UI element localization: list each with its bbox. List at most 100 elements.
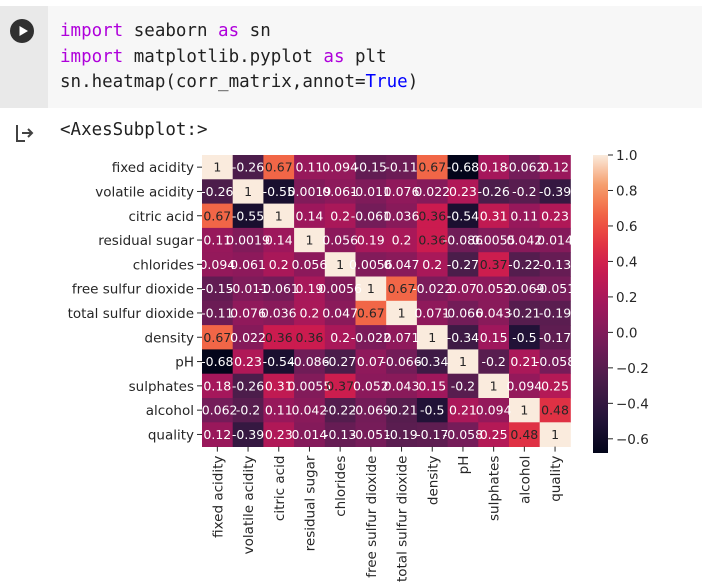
y-tick-label: volatile acidity: [95, 184, 194, 200]
cell-annotation: 0.11: [296, 160, 324, 175]
cell-annotation: -0.062: [504, 160, 544, 175]
cell-annotation: 0.36: [418, 208, 446, 223]
y-tick-label: citric acid: [129, 209, 195, 225]
cell-annotation: 0.2: [392, 233, 412, 248]
cell-annotation: 0.2: [422, 257, 442, 272]
cell-annotation: 0.022: [414, 184, 450, 199]
colorbar-tick-label: 0.2: [616, 290, 637, 306]
cell-annotation: 1: [336, 257, 344, 272]
colorbar-gradient: [593, 155, 608, 453]
cell-annotation: -0.15: [355, 160, 387, 175]
cell-annotation: 0.67: [418, 160, 446, 175]
cell-annotation: 0.0056: [318, 281, 362, 296]
cell-annotation: -0.058: [535, 354, 575, 369]
cell-annotation: 0.2: [269, 257, 289, 272]
cell-annotation: 1: [520, 403, 528, 418]
y-tick-label: quality: [148, 427, 194, 443]
cell-annotation: 0.047: [384, 257, 420, 272]
cell-annotation: 0.21: [449, 403, 477, 418]
cell-annotation: 0.36: [265, 330, 293, 345]
x-tick-label: total sulfur dioxide: [395, 456, 411, 582]
cell-annotation: -0.27: [324, 354, 356, 369]
cell-annotation: 0.18: [203, 378, 231, 393]
y-tick-label: alcohol: [146, 403, 194, 419]
cell-annotation: 0.15: [480, 330, 508, 345]
cell-annotation: -0.5: [512, 330, 536, 345]
x-tick-label: volatile acidity: [241, 456, 257, 555]
cell-annotation: -0.2: [236, 403, 260, 418]
colorbar-tick-label: 0.4: [616, 254, 637, 270]
cell-annotation: 0.12: [203, 427, 231, 442]
colorbar-tick-label: −0.6: [616, 432, 649, 448]
x-tick-label: quality: [548, 456, 564, 502]
y-axis-labels: fixed acidity volatile acidity citric acid…: [68, 160, 202, 443]
cell-annotation: 0.2: [300, 305, 320, 320]
cell-annotation: 0.12: [541, 160, 569, 175]
x-axis-labels: fixed acidity volatile acidity citric acid…: [210, 446, 564, 582]
cell-annotation: 1: [428, 330, 436, 345]
cell-annotation: -0.39: [539, 184, 571, 199]
x-tick-label: sulphates: [487, 456, 503, 521]
cell-annotation: 0.23: [234, 354, 262, 369]
cell-annotation: -0.058: [443, 427, 483, 442]
cell-annotation: 0.0019: [226, 233, 270, 248]
cell-annotation: 0.31: [480, 208, 508, 223]
cell-annotation: 0.25: [480, 427, 508, 442]
cell-annotation: 0.15: [418, 378, 446, 393]
cell-annotation: -0.2: [451, 378, 475, 393]
cell-annotation: -0.34: [416, 354, 448, 369]
y-tick-label: residual sugar: [98, 233, 194, 249]
cell-annotation: 0.036: [384, 208, 420, 223]
x-tick-label: citric acid: [272, 456, 288, 521]
cell-annotation: 0.043: [384, 378, 420, 393]
cell-annotation: 0.48: [541, 403, 569, 418]
cell-annotation: -0.26: [201, 184, 233, 199]
x-tick-label: chlorides: [333, 456, 349, 517]
cell-annotation: -0.26: [232, 160, 264, 175]
cell-annotation: 0.25: [541, 378, 569, 393]
cell-annotation: 0.094: [476, 403, 512, 418]
cell-annotation: 0.042: [292, 403, 328, 418]
colorbar-tick-label: 0.8: [616, 183, 637, 199]
cell-annotation: 0.071: [384, 330, 420, 345]
cell-annotation: -0.26: [232, 378, 264, 393]
cell-annotation: -0.22: [508, 257, 540, 272]
y-tick-label: sulphates: [129, 379, 194, 395]
x-tick-label: fixed acidity: [210, 456, 226, 538]
y-tick-label: free sulfur dioxide: [72, 282, 194, 298]
cell-annotation: 0.022: [230, 330, 266, 345]
cell-annotation: -0.26: [477, 184, 509, 199]
cell-annotation: 0.0055: [288, 378, 332, 393]
cell-annotation: 1: [244, 184, 252, 199]
cell-annotation: -0.2: [481, 354, 505, 369]
colorbar-tick-label: 1.0: [616, 148, 637, 164]
cell-annotation: 1: [275, 208, 283, 223]
x-tick-label: pH: [456, 456, 472, 475]
cell-annotation: -0.21: [385, 403, 417, 418]
cell-annotation: 0.014: [537, 233, 573, 248]
cell-annotation: -0.11: [385, 160, 417, 175]
x-tick-label: residual sugar: [302, 455, 318, 551]
cell-annotation: 1: [459, 354, 467, 369]
cell-annotation: 0.043: [476, 305, 512, 320]
cell-annotation: -0.34: [447, 330, 479, 345]
cell-annotation: -0.21: [508, 305, 540, 320]
colorbar: 1.0 0.8 0.6 0.4 0.2 0.0 −0.2 −0.4 −0.6: [593, 148, 649, 453]
cell-annotation: -0.54: [447, 208, 479, 223]
cell-annotation: 0.056: [292, 257, 328, 272]
cell-annotation: 0.67: [203, 208, 231, 223]
cell-annotation: -0.11: [201, 305, 233, 320]
cell-annotation: 0.047: [322, 305, 358, 320]
cell-annotation: 0.37: [326, 378, 354, 393]
cell-annotation: -0.19: [385, 427, 417, 442]
cell-annotation: 0.67: [265, 160, 293, 175]
cell-annotation: 1: [367, 281, 375, 296]
cell-annotation: 1: [213, 160, 221, 175]
cell-annotation: -0.68: [201, 354, 233, 369]
x-tick-label: alcohol: [517, 456, 533, 504]
cell-annotation: -0.19: [539, 305, 571, 320]
cell-annotation: -0.061: [259, 281, 299, 296]
colorbar-tick-label: 0.6: [616, 219, 637, 235]
y-tick-label: fixed acidity: [112, 160, 194, 176]
cell-annotation: 0.48: [510, 427, 538, 442]
